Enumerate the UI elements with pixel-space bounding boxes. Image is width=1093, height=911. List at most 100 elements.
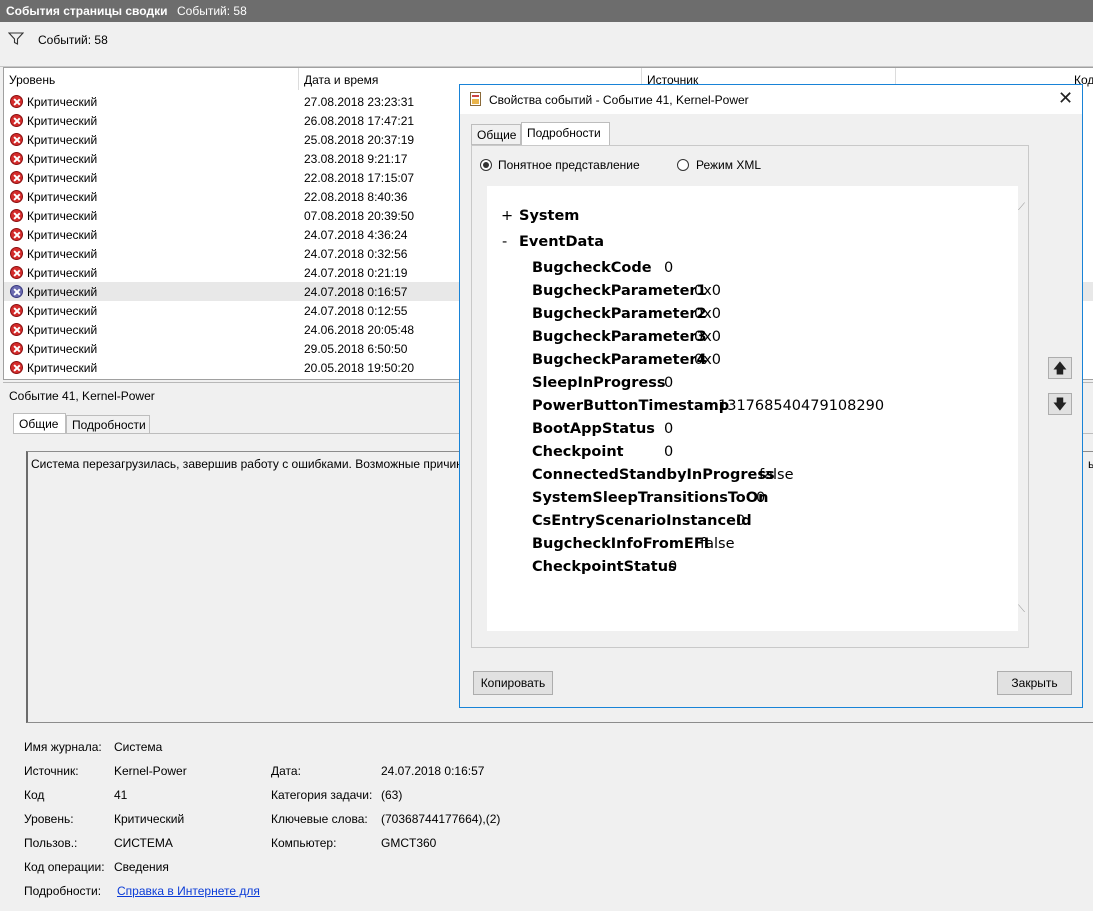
field-key: SleepInProgress: [532, 375, 666, 391]
row-datetime: 29.05.2018 6:50:50: [304, 342, 408, 356]
friendly-view-label[interactable]: Понятное представление: [498, 158, 640, 172]
description-tail: ь: [1088, 457, 1093, 471]
keywords-label: Ключевые слова:: [271, 812, 368, 826]
eventdata-toggle[interactable]: -: [502, 234, 507, 250]
row-level: Критический: [27, 361, 98, 375]
critical-error-icon: [10, 152, 23, 165]
next-event-button[interactable]: 🡇: [1048, 393, 1072, 415]
field-key: Checkpoint: [532, 444, 624, 460]
field-value: 0: [664, 421, 674, 437]
description-text: Система перезагрузилась, завершив работу…: [31, 457, 463, 471]
keywords-value: (70368744177664),(2): [381, 812, 501, 826]
row-level: Критический: [27, 209, 98, 223]
computer-label: Компьютер:: [271, 836, 337, 850]
row-level: Критический: [27, 133, 98, 147]
level-value: Критический: [114, 812, 185, 826]
system-toggle[interactable]: +: [501, 208, 513, 224]
critical-error-icon: [10, 95, 23, 108]
event-data-field: Checkpoint 0: [532, 444, 673, 460]
field-key: BugcheckInfoFromEFI: [532, 536, 710, 552]
field-key: BugcheckParameter4: [532, 352, 707, 368]
close-icon[interactable]: ✕: [1058, 88, 1073, 109]
xml-view-radio[interactable]: [677, 159, 689, 171]
field-value: 0x0: [694, 329, 722, 345]
detail-tab-general[interactable]: Общие: [13, 413, 66, 434]
event-data-field: BootAppStatus 0: [532, 421, 673, 437]
user-label: Пользов.:: [24, 836, 78, 850]
event-data-field: BugcheckParameter2 0x0: [532, 306, 721, 322]
critical-error-icon: [10, 228, 23, 241]
event-data-field: SystemSleepTransitionsToOn 0: [532, 490, 768, 506]
window-event-count: Событий: 58: [177, 4, 247, 18]
log-label: Имя журнала:: [24, 740, 102, 754]
row-datetime: 24.07.2018 0:32:56: [304, 247, 408, 261]
row-level: Критический: [27, 285, 98, 299]
critical-error-icon: [10, 171, 23, 184]
row-datetime: 22.08.2018 8:40:36: [304, 190, 408, 204]
log-value: Система: [114, 740, 163, 754]
window-titlebar: События страницы сводки Событий: 58: [0, 0, 1093, 22]
field-key: BugcheckParameter3: [532, 329, 707, 345]
event-data-field: BugcheckParameter3 0x0: [532, 329, 721, 345]
column-header-level[interactable]: Уровень: [4, 68, 299, 90]
dialog-title: Свойства событий - Событие 41, Kernel-Po…: [489, 93, 749, 107]
critical-error-icon: [10, 361, 23, 374]
field-value: 0x0: [694, 352, 722, 368]
scroll-up-mark: ⟋: [1018, 202, 1025, 213]
event-data-field: BugcheckParameter1 0x0: [532, 283, 721, 299]
event-data-field: BugcheckInfoFromEFI false: [532, 536, 735, 552]
task-value: (63): [381, 788, 403, 802]
event-data-field: SleepInProgress 0: [532, 375, 673, 391]
source-label: Источник:: [24, 764, 79, 778]
event-data-field: PowerButtonTimestamp 131768540479108290: [532, 398, 884, 414]
event-viewer-icon: [470, 92, 481, 106]
row-level: Критический: [27, 342, 98, 356]
field-key: BugcheckCode: [532, 260, 652, 276]
event-data-view[interactable]: + System - EventData BugcheckCode 0 Bugche…: [487, 186, 1025, 631]
row-datetime: 24.06.2018 20:05:48: [304, 323, 415, 337]
critical-error-icon: [10, 285, 23, 298]
field-value: false: [700, 536, 735, 552]
dialog-tab-details[interactable]: Подробности: [521, 122, 610, 146]
opcode-value: Сведения: [114, 860, 169, 874]
row-datetime: 24.07.2018 0:12:55: [304, 304, 408, 318]
field-key: BugcheckParameter2: [532, 306, 707, 322]
copy-button[interactable]: Копировать: [473, 671, 553, 695]
arrow-down-icon: 🡇: [1052, 396, 1068, 412]
dialog-tab-general[interactable]: Общие: [471, 124, 521, 145]
more-label: Подробности:: [24, 884, 102, 898]
eventdata-node[interactable]: EventData: [519, 234, 604, 250]
detail-tab-details[interactable]: Подробности: [66, 415, 150, 434]
field-value: 0x0: [694, 306, 722, 322]
friendly-view-radio[interactable]: [480, 159, 492, 171]
task-label: Категория задачи:: [271, 788, 373, 802]
critical-error-icon: [10, 133, 23, 146]
online-help-link[interactable]: Справка в Интернете для: [117, 884, 260, 898]
filter-event-count: Событий: 58: [38, 33, 108, 47]
row-level: Критический: [27, 228, 98, 242]
system-node[interactable]: System: [519, 208, 579, 224]
field-key: CsEntryScenarioInstanceId: [532, 513, 752, 529]
field-value: 0: [664, 260, 674, 276]
dialog-titlebar[interactable]: Свойства событий - Событие 41, Kernel-Po…: [460, 85, 1082, 114]
previous-event-button[interactable]: 🡅: [1048, 357, 1072, 379]
close-button[interactable]: Закрыть: [997, 671, 1072, 695]
critical-error-icon: [10, 114, 23, 127]
user-value: СИСТЕМА: [114, 836, 173, 850]
row-datetime: 22.08.2018 17:15:07: [304, 171, 415, 185]
event-data-field: BugcheckCode 0: [532, 260, 673, 276]
row-datetime: 20.05.2018 19:50:20: [304, 361, 415, 375]
arrow-up-icon: 🡅: [1052, 360, 1068, 376]
critical-error-icon: [10, 304, 23, 317]
xml-view-label[interactable]: Режим XML: [696, 158, 761, 172]
field-key: SystemSleepTransitionsToOn: [532, 490, 769, 506]
row-level: Критический: [27, 304, 98, 318]
field-value: 0: [756, 490, 766, 506]
field-key: BootAppStatus: [532, 421, 655, 437]
scroll-down-mark: ⟍: [1018, 604, 1025, 615]
detail-title: Событие 41, Kernel-Power: [9, 389, 155, 403]
row-datetime: 24.07.2018 0:16:57: [304, 285, 408, 299]
row-datetime: 23.08.2018 9:21:17: [304, 152, 408, 166]
filter-icon[interactable]: [8, 32, 24, 45]
event-data-field: ConnectedStandbyInProgress false: [532, 467, 794, 483]
